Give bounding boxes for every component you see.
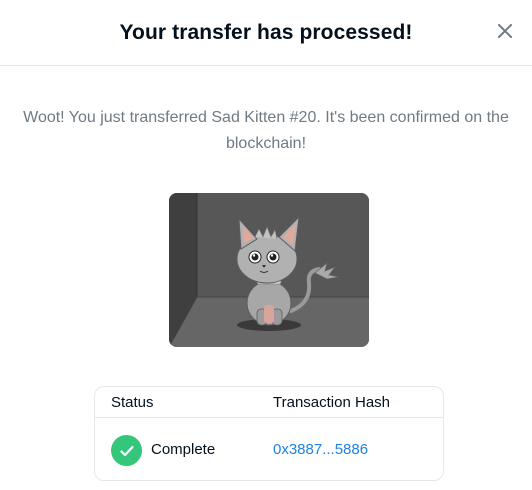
close-button[interactable]: [494, 20, 516, 42]
modal-header: Your transfer has processed!: [0, 0, 532, 66]
nft-image: [169, 193, 369, 347]
confirmation-message: Woot! You just transferred Sad Kitten #2…: [23, 109, 509, 152]
table-row: Complete 0x3887...5886: [95, 418, 443, 480]
hash-column-header: Transaction Hash: [273, 394, 390, 411]
check-circle-icon: [111, 435, 142, 466]
status-value: Complete: [151, 441, 216, 458]
transfer-success-modal: Your transfer has processed! Woot! You j…: [0, 0, 532, 490]
status-column-header: Status: [111, 394, 154, 411]
transaction-hash-link[interactable]: 0x3887...5886: [273, 441, 368, 458]
modal-title: Your transfer has processed!: [119, 20, 413, 44]
transaction-table: Status Transaction Hash Complete 0x3887.…: [94, 386, 444, 481]
cartoon-gray-kitten-image: [169, 193, 369, 347]
close-icon: [498, 24, 512, 38]
table-header-row: Status Transaction Hash: [95, 387, 443, 418]
